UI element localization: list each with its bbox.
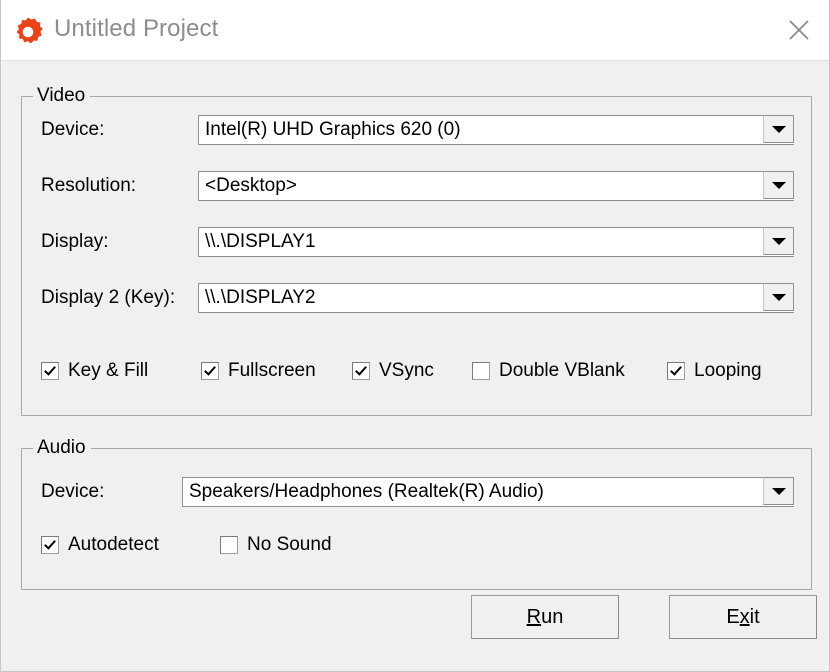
video-display2-value: \\.\DISPLAY2: [205, 287, 316, 308]
checkbox-fullscreen[interactable]: Fullscreen: [201, 360, 316, 382]
video-display2-dropdown-button[interactable]: [763, 283, 794, 311]
checkbox-double-vblank-label: Double VBlank: [499, 360, 625, 381]
checkbox-double-vblank[interactable]: Double VBlank: [472, 360, 625, 382]
gear-icon: [12, 16, 44, 48]
video-device-value: Intel(R) UHD Graphics 620 (0): [205, 119, 461, 140]
checkbox-autodetect-label: Autodetect: [68, 534, 159, 555]
video-display2-combo-field[interactable]: \\.\DISPLAY2: [198, 283, 794, 313]
checkbox-looping[interactable]: Looping: [667, 360, 762, 382]
title-bar: Untitled Project: [1, 0, 829, 61]
checkbox-vsync[interactable]: VSync: [352, 360, 434, 382]
video-device-combo-field[interactable]: Intel(R) UHD Graphics 620 (0): [198, 115, 794, 145]
audio-group-title: Audio: [33, 437, 91, 459]
video-display-label: Display:: [41, 231, 109, 252]
run-rest-label: un: [541, 605, 564, 628]
video-group-title: Video: [33, 85, 91, 107]
checkbox-fullscreen-box[interactable]: [201, 362, 219, 380]
run-accel-char: R: [526, 605, 542, 628]
video-display-value: \\.\DISPLAY1: [205, 231, 316, 252]
app-window: Untitled Project Video Device: Intel(R) …: [0, 0, 830, 672]
checkbox-looping-box[interactable]: [667, 362, 685, 380]
video-resolution-dropdown-button[interactable]: [763, 171, 794, 199]
checkbox-autodetect-box[interactable]: [41, 536, 59, 554]
audio-device-dropdown-button[interactable]: [763, 477, 794, 505]
exit-accel-char: x: [739, 605, 750, 628]
checkbox-no-sound-box[interactable]: [220, 536, 238, 554]
video-display-combo-field[interactable]: \\.\DISPLAY1: [198, 227, 794, 257]
chevron-down-icon: [771, 125, 786, 133]
video-resolution-combo-field[interactable]: <Desktop>: [198, 171, 794, 201]
checkbox-no-sound-label: No Sound: [247, 534, 332, 555]
exit-prefix-label: E: [726, 605, 740, 628]
video-device-label: Device:: [41, 119, 105, 140]
audio-device-label: Device:: [41, 481, 105, 502]
checkbox-looping-label: Looping: [694, 360, 762, 381]
checkbox-key-and-fill[interactable]: Key & Fill: [41, 360, 148, 382]
checkbox-autodetect[interactable]: Autodetect: [41, 534, 159, 556]
checkbox-vsync-label: VSync: [379, 360, 434, 381]
checkbox-key-and-fill-label: Key & Fill: [68, 360, 149, 381]
run-button[interactable]: Run: [471, 595, 619, 639]
exit-button[interactable]: Exit: [669, 595, 817, 639]
chevron-down-icon: [771, 237, 786, 245]
video-resolution-label: Resolution:: [41, 175, 137, 196]
audio-device-combo-field[interactable]: Speakers/Headphones (Realtek(R) Audio): [182, 477, 794, 507]
audio-group: Audio Device: Speakers/Headphones (Realt…: [21, 437, 812, 590]
checkbox-no-sound[interactable]: No Sound: [220, 534, 332, 556]
exit-button-label: Exit: [726, 606, 759, 629]
exit-rest-label: it: [749, 605, 760, 628]
checkbox-key-and-fill-box[interactable]: [41, 362, 59, 380]
chevron-down-icon: [771, 293, 786, 301]
run-button-label: Run: [527, 606, 564, 629]
chevron-down-icon: [771, 487, 786, 495]
video-resolution-value: <Desktop>: [205, 175, 297, 196]
close-button[interactable]: [767, 0, 829, 60]
video-display-dropdown-button[interactable]: [763, 227, 794, 255]
chevron-down-icon: [771, 181, 786, 189]
checkbox-vsync-box[interactable]: [352, 362, 370, 380]
close-icon: [786, 17, 812, 43]
video-group: Video Device: Intel(R) UHD Graphics 620 …: [21, 85, 812, 416]
checkbox-double-vblank-box[interactable]: [472, 362, 490, 380]
video-device-dropdown-button[interactable]: [763, 115, 794, 143]
video-display2-label: Display 2 (Key):: [41, 287, 176, 308]
checkbox-fullscreen-label: Fullscreen: [228, 360, 316, 381]
window-title: Untitled Project: [54, 15, 219, 42]
audio-device-value: Speakers/Headphones (Realtek(R) Audio): [189, 481, 544, 502]
